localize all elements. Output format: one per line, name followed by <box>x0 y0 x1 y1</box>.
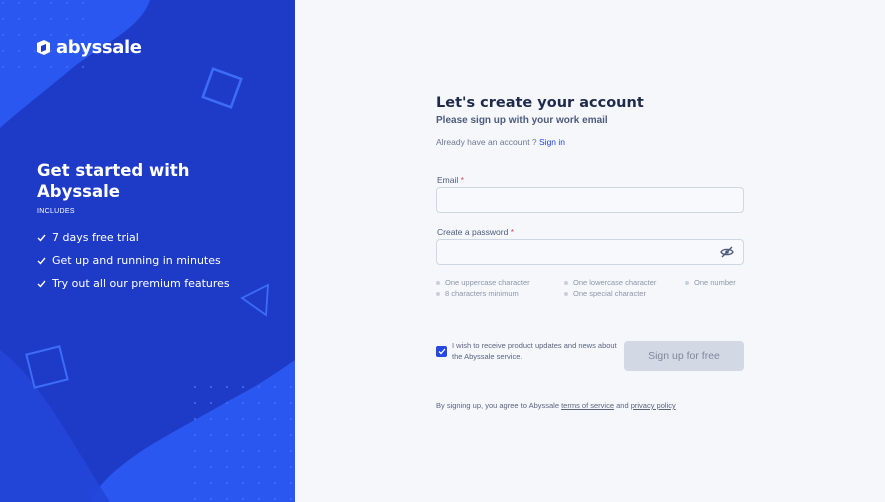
requirement-item: One lowercase character <box>564 278 656 287</box>
requirement-bullet <box>436 280 440 285</box>
requirement-item: One number <box>685 278 736 287</box>
requirement-text: One uppercase character <box>445 278 530 287</box>
requirement-item: 8 characters minimum <box>436 289 519 298</box>
terms-notice: By signing up, you agree to Abyssale ter… <box>436 401 676 410</box>
required-mark: * <box>460 175 464 185</box>
password-field[interactable] <box>436 239 744 265</box>
requirement-bullet <box>436 291 440 296</box>
feature-text: Get up and running in minutes <box>52 254 221 267</box>
email-label: Email * <box>437 175 464 185</box>
terms-and: and <box>614 401 631 410</box>
feature-text: 7 days free trial <box>52 231 139 244</box>
eye-off-icon[interactable] <box>720 245 734 259</box>
email-field[interactable] <box>436 187 744 213</box>
password-label-text: Create a password <box>437 227 509 237</box>
page-subtitle: Please sign up with your work email <box>436 115 608 126</box>
check-icon <box>37 280 46 288</box>
feature-item: 7 days free trial <box>37 226 230 249</box>
requirement-text: One number <box>694 278 736 287</box>
requirement-text: One special character <box>573 289 646 298</box>
email-label-text: Email <box>437 175 459 185</box>
terms-prefix: By signing up, you agree to Abyssale <box>436 401 562 410</box>
signin-prompt-text: Already have an account ? <box>436 137 540 147</box>
check-icon <box>37 234 46 242</box>
includes-label: INCLUDES <box>37 208 75 215</box>
feature-list: 7 days free trial Get up and running in … <box>37 226 230 295</box>
password-label: Create a password * <box>437 227 514 237</box>
check-icon <box>438 348 445 355</box>
brand-name: abyssale <box>56 37 142 58</box>
requirement-bullet <box>564 291 568 296</box>
newsletter-label[interactable]: I wish to receive product updates and ne… <box>452 341 617 362</box>
terms-of-service-link[interactable]: terms of service <box>561 401 614 410</box>
promo-panel: abyssale Get started with Abyssale INCLU… <box>0 0 295 502</box>
requirement-bullet <box>564 280 568 285</box>
feature-item: Try out all our premium features <box>37 272 230 295</box>
abyssale-logo-icon <box>37 40 50 55</box>
feature-text: Try out all our premium features <box>52 277 230 290</box>
brand-logo[interactable]: abyssale <box>36 37 142 58</box>
signin-link[interactable]: Sign in <box>539 137 565 147</box>
signup-form: Let's create your account Please sign up… <box>436 0 744 502</box>
hero-title: Get started with Abyssale <box>37 161 190 201</box>
requirement-text: One lowercase character <box>573 278 657 287</box>
feature-item: Get up and running in minutes <box>37 249 230 272</box>
privacy-policy-link[interactable]: privacy policy <box>631 401 676 410</box>
requirement-item: One uppercase character <box>436 278 530 287</box>
required-mark: * <box>510 227 515 237</box>
page-title: Let's create your account <box>436 95 644 111</box>
check-icon <box>37 257 46 265</box>
requirement-bullet <box>685 280 689 285</box>
requirement-text: 8 characters minimum <box>445 289 519 298</box>
signin-prompt: Already have an account ? Sign in <box>436 137 565 147</box>
signup-button[interactable]: Sign up for free <box>624 341 744 371</box>
newsletter-checkbox[interactable] <box>436 346 447 357</box>
requirement-item: One special character <box>564 289 646 298</box>
